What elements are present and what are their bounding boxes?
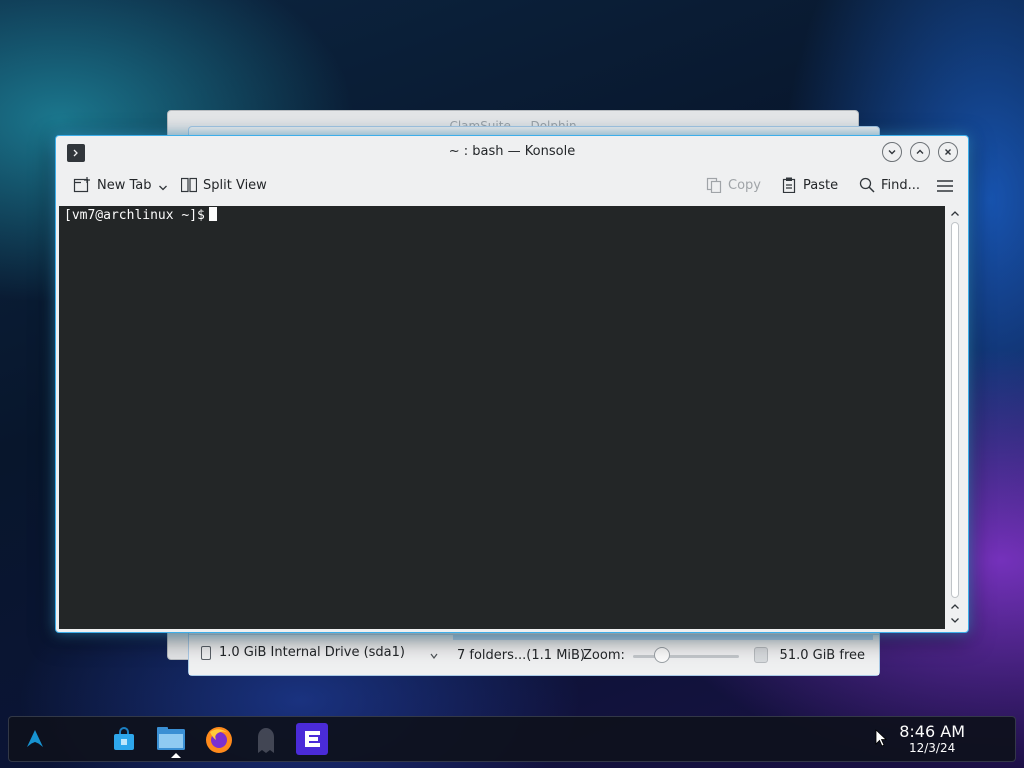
ghost-icon [258, 728, 274, 753]
free-space-label: 51.0 GiB free [779, 648, 865, 663]
vertical-scrollbar[interactable] [945, 206, 965, 629]
maximize-button[interactable] [910, 142, 930, 162]
chevron-down-icon[interactable] [158, 183, 168, 193]
close-icon [945, 149, 951, 155]
paste-button[interactable]: Paste [781, 177, 838, 193]
system-clock[interactable]: 8:46 AM 12/3/24 [899, 722, 965, 756]
split-view-label: Split View [203, 177, 267, 193]
terminal-prompt: [vm7@archlinux ~]$ [64, 208, 205, 223]
mouse-pointer-icon [875, 729, 887, 747]
minimize-button[interactable] [882, 142, 902, 162]
copy-button[interactable]: Copy [706, 177, 761, 193]
store-bag-icon [114, 727, 134, 750]
hamburger-menu-icon [937, 180, 953, 192]
copy-icon [706, 177, 722, 193]
paste-icon [782, 177, 796, 193]
copy-label: Copy [728, 177, 761, 193]
active-app-indicator [171, 753, 181, 758]
new-tab-button[interactable]: New Tab [73, 177, 168, 193]
terminal-area[interactable]: [vm7@archlinux ~]$ [59, 206, 945, 629]
find-label: Find... [881, 177, 921, 193]
clock-time: 8:46 AM [899, 722, 965, 741]
places-item-internal-drive[interactable]: 1.0 GiB Internal Drive (sda1) [201, 645, 405, 660]
arch-logo-icon [27, 730, 43, 747]
paste-label: Paste [803, 177, 839, 193]
search-icon [859, 177, 875, 193]
scroll-up-icon[interactable] [950, 209, 960, 219]
chevron-up-icon [916, 149, 924, 154]
selection-strip [453, 635, 873, 640]
chevron-down-icon [888, 150, 896, 155]
new-tab-label: New Tab [97, 177, 152, 193]
firefox-icon [206, 727, 232, 753]
split-view-button[interactable]: Split View [181, 177, 267, 193]
zoom-indicator [754, 647, 768, 663]
zoom-label: Zoom: [583, 648, 625, 663]
hamburger-menu-button[interactable] [936, 179, 954, 193]
zoom-slider[interactable] [633, 655, 739, 658]
firefox-app-button[interactable] [203, 723, 235, 755]
konsole-window[interactable]: ~ : bash — Konsole New Tab Split View Co… [55, 135, 969, 633]
scroll-down-icon[interactable] [950, 615, 960, 625]
find-button[interactable]: Find... [859, 177, 920, 193]
dolphin-statusbar: 1.0 GiB Internal Drive (sda1) 7 folders.… [189, 634, 879, 675]
e-logo-icon [296, 723, 328, 755]
konsole-toolbar: New Tab Split View Copy Paste Find... [56, 168, 968, 206]
scrollbar-track[interactable] [951, 222, 959, 598]
title-bar[interactable]: ~ : bash — Konsole [56, 136, 968, 168]
close-button[interactable] [938, 142, 958, 162]
dolphin-app-button[interactable] [155, 723, 187, 755]
folder-icon [157, 727, 185, 750]
discover-app-button[interactable] [108, 723, 140, 755]
app-launcher-button[interactable] [19, 723, 51, 755]
split-view-icon [181, 177, 197, 193]
terminal-prompt-line: [vm7@archlinux ~]$ [64, 207, 217, 223]
zoom-slider-handle[interactable] [654, 647, 670, 663]
e-app-button[interactable] [296, 723, 328, 755]
chevron-down-icon[interactable] [430, 652, 438, 660]
clock-date: 12/3/24 [908, 741, 956, 755]
ghost-app-button[interactable] [250, 723, 282, 755]
text-cursor [208, 207, 217, 221]
places-item-label: 1.0 GiB Internal Drive (sda1) [219, 645, 405, 660]
new-tab-icon [73, 177, 90, 193]
scroll-up-icon[interactable] [950, 602, 960, 612]
window-title: ~ : bash — Konsole [448, 144, 576, 159]
folders-info: 7 folders...(1.1 MiB) [457, 648, 586, 663]
drive-icon [201, 645, 211, 660]
taskbar: 8:46 AM 12/3/24 [8, 716, 1016, 762]
